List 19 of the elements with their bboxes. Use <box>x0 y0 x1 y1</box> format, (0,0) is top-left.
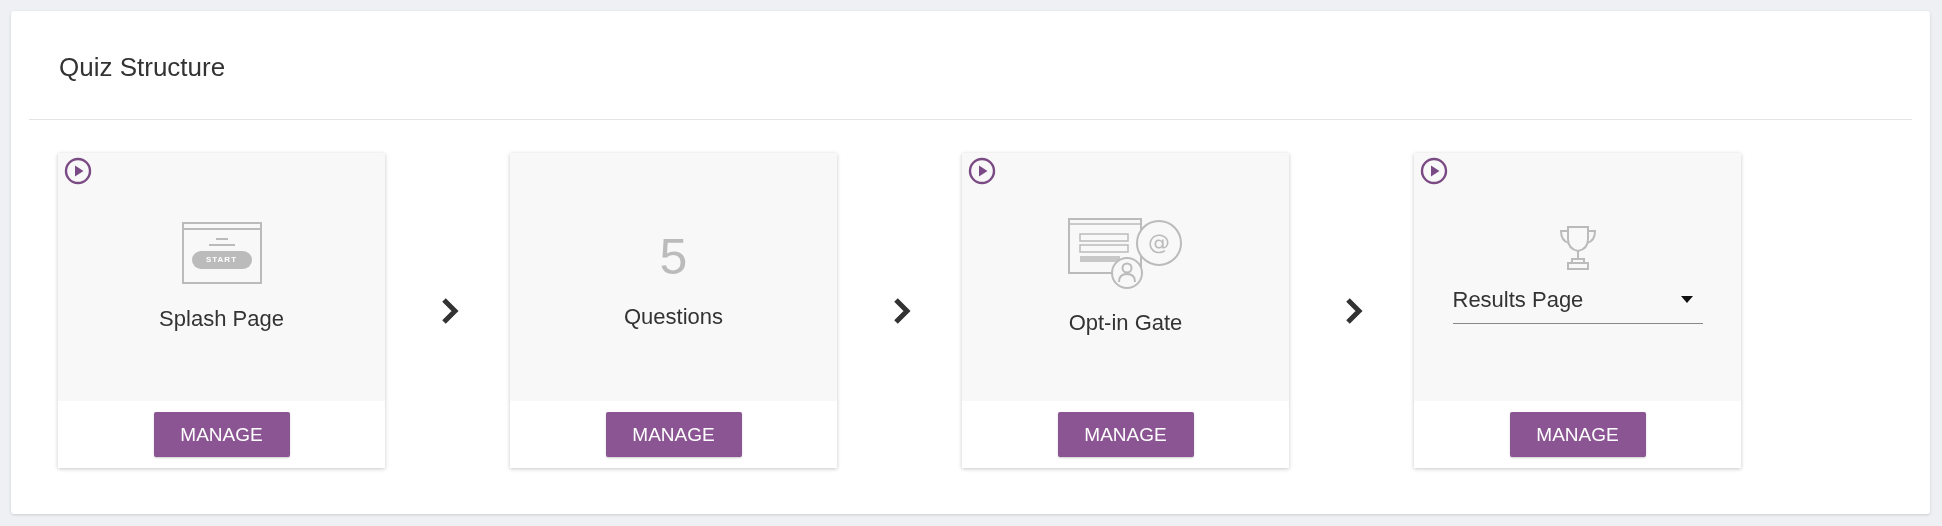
play-icon[interactable] <box>1420 157 1448 185</box>
chevron-right-icon <box>892 296 912 325</box>
play-icon[interactable] <box>968 157 996 185</box>
manage-button[interactable]: MANAGE <box>1057 412 1194 457</box>
panel-title: Quiz Structure <box>59 51 226 83</box>
start-screen-icon: START <box>181 222 262 284</box>
dropdown-caret-icon <box>1680 296 1693 303</box>
chevron-right-icon <box>1344 296 1364 325</box>
results-page-dropdown[interactable]: Results Page <box>1452 286 1703 324</box>
question-count: 5 <box>659 228 688 286</box>
manage-button[interactable]: MANAGE <box>1509 412 1646 457</box>
manage-button[interactable]: MANAGE <box>605 412 742 457</box>
chevron-right-icon <box>440 296 460 325</box>
play-icon[interactable] <box>64 157 92 185</box>
trophy-icon <box>1557 224 1598 271</box>
step-label: Opt-in Gate <box>1068 310 1183 336</box>
manage-button[interactable]: MANAGE <box>153 412 290 457</box>
step-label: Splash Page <box>159 306 284 332</box>
step-label: Questions <box>623 304 724 330</box>
